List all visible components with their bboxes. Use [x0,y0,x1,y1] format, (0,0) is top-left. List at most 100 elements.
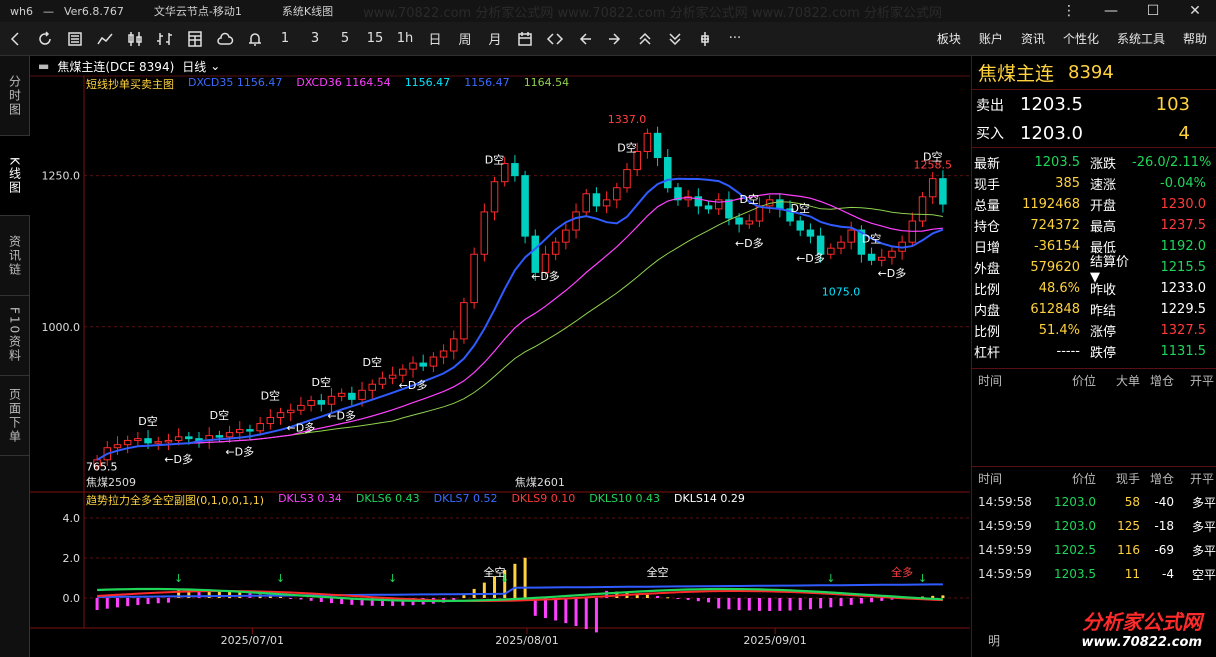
bid-row[interactable]: 买入 1203.0 4 [972,119,1216,148]
tick-price: 1203.0 [1054,495,1096,509]
down-arrow-icon: ↓ [826,572,835,585]
candle-body [551,241,560,255]
maximize-icon[interactable]: ☐ [1132,0,1174,22]
ask-volume: 103 [1155,94,1190,115]
period-day[interactable]: 日 [420,24,450,54]
zoom-h-icon[interactable] [540,24,570,54]
big-header-bigorder: 大单 [1115,374,1140,388]
candle-body [878,256,886,261]
period-selector[interactable]: 日线 [182,58,206,75]
big-header-oi: 增仓 [1149,374,1174,388]
kline-chart[interactable]: 1250.01000.04.02.00.01337.01258.51075.07… [30,56,970,657]
quote-value: 612848 [1030,302,1080,317]
price-tick-label: 1250.0 [42,170,81,183]
bell-icon[interactable] [240,24,270,54]
candle-body [888,250,896,258]
period-1h[interactable]: 1h [390,24,420,54]
symbol-dropdown-icon[interactable]: ▬ [38,59,49,73]
chart-header: ▬ 焦煤主连(DCE 8394) 日线 ⌄ [30,57,970,75]
candle-body [388,374,397,379]
quote-value2: 1233.0 [1160,281,1207,296]
period-1m[interactable]: 1 [270,24,300,54]
quote-row: 杠杆 ----- 跌停 1131.5 [972,341,1216,362]
start-price-label: 765.5 [86,461,118,474]
candle-body [113,444,122,449]
quote-panel: 焦煤主连 8394 卖出 1203.5 103 买入 1203.0 4 最新 12… [971,56,1216,657]
sub-bar [747,598,751,611]
menu-dots-icon[interactable]: ⋮ [1048,0,1090,22]
chevron-down-icon[interactable]: ⌄ [210,59,220,73]
arrow-left-icon[interactable] [570,24,600,54]
tick-time: 14:59:59 [978,543,1032,557]
menu-news[interactable]: 资讯 [1012,24,1054,54]
menu-personalize[interactable]: 个性化 [1054,24,1108,54]
quote-value: ----- [1056,344,1080,359]
calendar-icon[interactable] [510,24,540,54]
chevron-double-up-icon[interactable] [630,24,660,54]
tick-row[interactable]: 14:59:59 1203.5 11 -4 空平 [972,562,1216,586]
cloud-icon[interactable] [210,24,240,54]
tab-intraday[interactable]: 分时图 [0,56,30,136]
signal-d-kong: D空 [740,192,759,206]
candle-icon[interactable] [120,24,150,54]
menu-help[interactable]: 帮助 [1174,24,1216,54]
candle-body [450,338,458,352]
candle-body [358,389,366,400]
ask-row[interactable]: 卖出 1203.5 103 [972,90,1216,119]
down-arrow-icon: ↓ [276,572,285,585]
candle-body [185,436,193,440]
main-indicator-name[interactable]: 短线抄单买卖主图 [86,76,174,92]
candle-body [368,383,376,391]
sub-indicator-name[interactable]: 趋势拉力全多全空副图(0,1,0,0,1,1) [86,492,264,508]
tick-row[interactable]: 14:59:59 1203.0 125 -18 多平 [972,514,1216,538]
bottom-tab-detail[interactable]: 明 [988,632,1000,649]
tab-order-page[interactable]: 页面下单 [0,376,30,456]
period-week[interactable]: 周 [450,24,480,54]
period-3m[interactable]: 3 [300,24,330,54]
crosshair-icon[interactable] [690,24,720,54]
menu-sector[interactable]: 板块 [928,24,970,54]
quote-value: 48.6% [1038,281,1080,296]
chevron-double-down-icon[interactable] [660,24,690,54]
sub-bar [870,598,874,603]
quote-key: 外盘 [974,262,1001,277]
tab-kline[interactable]: K线图 [0,136,30,216]
candle-body [225,432,234,438]
tick-row[interactable]: 14:59:58 1203.0 58 -40 多平 [972,490,1216,514]
period-month[interactable]: 月 [480,24,510,54]
minimize-icon[interactable]: — [1090,0,1132,22]
ask-label: 卖出 [976,97,1004,114]
more-icon[interactable]: ··· [720,24,750,54]
line-chart-icon[interactable] [90,24,120,54]
arrow-right-icon[interactable] [600,24,630,54]
logo-url: www.70822.com [1081,634,1203,650]
table-icon[interactable] [180,24,210,54]
tick-row[interactable]: 14:59:59 1202.5 116 -69 多平 [972,538,1216,562]
candle-body [582,193,590,213]
main-indicator-value: 1156.47 [464,76,510,89]
quote-row: 比例 51.4% 涨停 1327.5 [972,320,1216,341]
symbol-name[interactable]: 焦煤主连(DCE 8394) [57,58,174,75]
candle-body [806,229,815,237]
back-icon[interactable] [0,24,30,54]
period-15m[interactable]: 15 [360,24,390,54]
main-indicator-value: DXCD36 1164.54 [296,76,391,89]
down-arrow-icon: ↓ [918,572,927,585]
tab-news-chain[interactable]: 资讯链 [0,216,30,296]
candle-body [939,178,947,205]
bar-chart-icon[interactable] [150,24,180,54]
sub-bar [707,598,711,603]
period-5m[interactable]: 5 [330,24,360,54]
sub-indicator-value: DKLS14 0.29 [674,492,745,505]
refresh-icon[interactable] [30,24,60,54]
list-icon[interactable] [60,24,90,54]
tab-f10[interactable]: F10资料 [0,296,30,376]
tick-openclose: 空平 [1191,567,1216,582]
close-icon[interactable]: ✕ [1174,0,1216,22]
server-node[interactable]: 文华云节点-移动1 [154,3,242,19]
candle-body [123,439,132,446]
menu-system-tools[interactable]: 系统工具 [1108,24,1174,54]
app-version: Ver6.8.767 [63,4,124,18]
menu-account[interactable]: 账户 [970,24,1012,54]
tick-header-price: 价位 [1071,472,1096,486]
